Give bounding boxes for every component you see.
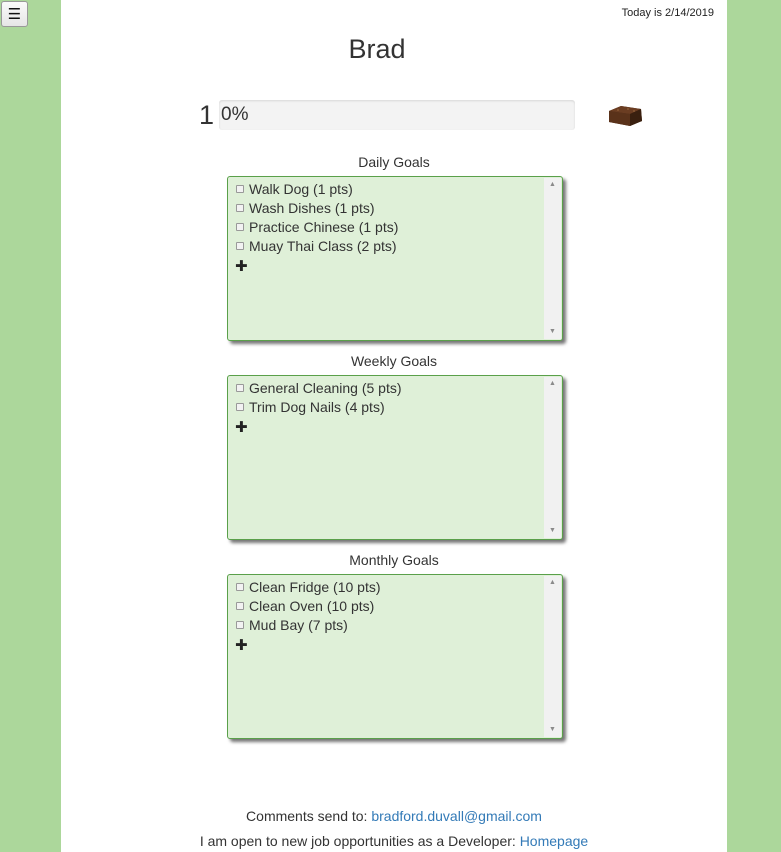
goal-item[interactable]: Mud Bay (7 pts) [236, 615, 540, 634]
goal-item[interactable]: Walk Dog (1 pts) [236, 179, 540, 198]
goal-label: Trim Dog Nails (4 pts) [249, 398, 385, 415]
goal-checkbox[interactable] [236, 582, 244, 591]
scroll-up-icon[interactable]: ▲ [544, 377, 561, 391]
goal-checkbox[interactable] [236, 601, 244, 610]
email-link[interactable]: bradford.duvall@gmail.com [371, 808, 542, 824]
goal-checkbox[interactable] [236, 184, 244, 193]
goal-item[interactable]: Trim Dog Nails (4 pts) [236, 397, 540, 416]
goal-checkbox[interactable] [236, 620, 244, 629]
scrollbar[interactable]: ▲ ▼ [544, 377, 561, 538]
add-monthly-goal-icon[interactable]: ✚ [235, 637, 249, 655]
goal-item[interactable]: Clean Fridge (10 pts) [236, 577, 540, 596]
score-row: 1 0% [61, 99, 727, 131]
goal-item[interactable]: Clean Oven (10 pts) [236, 596, 540, 615]
daily-goals-box[interactable]: Walk Dog (1 pts) Wash Dishes (1 pts) Pra… [227, 176, 563, 341]
weekly-goals-list: General Cleaning (5 pts) Trim Dog Nails … [235, 378, 540, 437]
scroll-down-icon[interactable]: ▼ [544, 723, 561, 737]
goal-label: General Cleaning (5 pts) [249, 379, 402, 396]
monthly-goals-title: Monthly Goals [349, 552, 439, 568]
level-number: 1 [199, 100, 215, 130]
comments-label: Comments send to: [246, 808, 372, 824]
today-date: Today is 2/14/2019 [621, 7, 714, 19]
goal-label: Mud Bay (7 pts) [249, 616, 348, 633]
main-panel: Today is 2/14/2019 Brad 1 0% Daily Goals… [61, 0, 727, 852]
scroll-down-icon[interactable]: ▼ [544, 325, 561, 339]
goal-item[interactable]: Muay Thai Class (2 pts) [236, 236, 540, 255]
scroll-up-icon[interactable]: ▲ [544, 576, 561, 590]
weekly-goals-box[interactable]: General Cleaning (5 pts) Trim Dog Nails … [227, 375, 563, 540]
goal-label: Wash Dishes (1 pts) [249, 199, 375, 216]
scrollbar[interactable]: ▲ ▼ [544, 178, 561, 339]
progress-bar: 0% [219, 100, 575, 130]
goal-checkbox[interactable] [236, 402, 244, 411]
add-weekly-goal-icon[interactable]: ✚ [235, 419, 249, 437]
goal-label: Clean Fridge (10 pts) [249, 578, 381, 595]
goal-item[interactable]: Practice Chinese (1 pts) [236, 217, 540, 236]
scroll-up-icon[interactable]: ▲ [544, 178, 561, 192]
weekly-goals-title: Weekly Goals [350, 353, 438, 369]
goal-checkbox[interactable] [236, 222, 244, 231]
add-daily-goal-icon[interactable]: ✚ [235, 258, 249, 276]
goal-checkbox[interactable] [236, 383, 244, 392]
jobs-footer: I am open to new job opportunities as a … [61, 833, 727, 849]
comments-footer: Comments send to: bradford.duvall@gmail.… [61, 808, 727, 824]
goal-checkbox[interactable] [236, 241, 244, 250]
brownie-icon[interactable] [606, 103, 644, 127]
menu-button[interactable]: ☰ [1, 1, 28, 27]
goal-label: Clean Oven (10 pts) [249, 597, 375, 614]
monthly-goals-list: Clean Fridge (10 pts) Clean Oven (10 pts… [235, 577, 540, 655]
daily-goals-title: Daily Goals [358, 154, 430, 170]
goal-label: Practice Chinese (1 pts) [249, 218, 399, 235]
user-name: Brad [348, 34, 406, 64]
goal-label: Muay Thai Class (2 pts) [249, 237, 397, 254]
goal-item[interactable]: Wash Dishes (1 pts) [236, 198, 540, 217]
monthly-goals-box[interactable]: Clean Fridge (10 pts) Clean Oven (10 pts… [227, 574, 563, 739]
homepage-link[interactable]: Homepage [520, 833, 589, 849]
hamburger-icon: ☰ [7, 6, 22, 23]
scrollbar[interactable]: ▲ ▼ [544, 576, 561, 737]
scroll-down-icon[interactable]: ▼ [544, 524, 561, 538]
daily-goals-list: Walk Dog (1 pts) Wash Dishes (1 pts) Pra… [235, 179, 540, 276]
goal-checkbox[interactable] [236, 203, 244, 212]
goal-label: Walk Dog (1 pts) [249, 180, 353, 197]
progress-text: 0% [221, 104, 249, 125]
goal-item[interactable]: General Cleaning (5 pts) [236, 378, 540, 397]
jobs-label: I am open to new job opportunities as a … [199, 833, 520, 849]
